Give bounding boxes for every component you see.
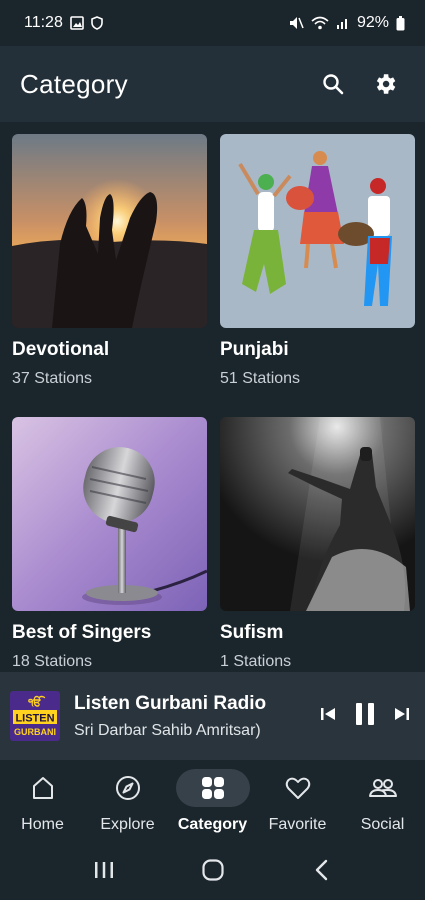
now-playing-subtitle: Sri Darbar Sahib Amritsar) [74, 721, 261, 739]
home-button[interactable] [201, 858, 225, 887]
system-navigation-bar [0, 844, 425, 900]
now-playing-title: Listen Gurbani Radio [74, 692, 267, 714]
search-button[interactable] [313, 64, 353, 104]
nav-label: Home [21, 816, 64, 833]
nav-item-home[interactable]: Home [0, 760, 85, 844]
category-station-count: 51 Stations [220, 370, 301, 387]
compass-icon [115, 776, 140, 800]
nav-label: Social [360, 816, 405, 833]
previous-button[interactable] [319, 705, 337, 728]
punjabi-image [220, 134, 415, 328]
mini-player[interactable]: ੴ LISTEN GURBANI Listen Gurbani Radio Sr… [0, 672, 425, 760]
home-circle-icon [202, 858, 225, 881]
gear-icon [376, 74, 396, 94]
grid-icon [201, 777, 224, 799]
pause-icon [356, 702, 374, 725]
bottom-navigation: Home Explore Category Favorite Social [0, 760, 425, 844]
nav-item-category[interactable]: Category [170, 760, 255, 844]
category-title: Punjabi [220, 339, 289, 360]
category-station-count: 18 Stations [12, 653, 93, 670]
category-card-punjabi[interactable]: Punjabi 51 Stations [220, 134, 415, 388]
skip-previous-icon [321, 707, 335, 720]
category-title: Devotional [12, 339, 110, 360]
nav-label: Category [177, 816, 248, 833]
nav-label: Explore [100, 816, 155, 833]
station-logo: ੴ LISTEN GURBANI [10, 691, 60, 741]
status-time: 11:28 [24, 14, 63, 31]
nav-item-social[interactable]: Social [340, 760, 425, 844]
signal-icon [336, 16, 350, 30]
app-bar: Category [0, 46, 425, 122]
search-icon [323, 74, 344, 95]
battery-percent: 92% [356, 14, 389, 31]
category-card-best-of-singers[interactable]: Best of Singers 18 Stations [12, 417, 207, 671]
pause-button[interactable] [353, 701, 377, 732]
back-icon [315, 859, 328, 880]
devotional-image [12, 134, 207, 328]
nav-item-explore[interactable]: Explore [85, 760, 170, 844]
category-station-count: 37 Stations [12, 370, 93, 387]
people-icon [368, 779, 397, 797]
category-card-devotional[interactable]: Devotional 37 Stations [12, 134, 207, 388]
mute-icon [288, 15, 304, 31]
battery-icon [396, 15, 405, 31]
category-card-sufism[interactable]: Sufism 1 Stations [220, 417, 415, 671]
category-station-count: 1 Stations [220, 653, 292, 670]
category-grid: Devotional 37 Stations Punjabi 51 Statio… [0, 122, 425, 672]
svg-text:GURBANI: GURBANI [14, 727, 56, 737]
best-of-singers-image [12, 417, 207, 611]
status-bar: 11:28 92% [0, 0, 425, 46]
nav-item-favorite[interactable]: Favorite [255, 760, 340, 844]
settings-button[interactable] [365, 64, 405, 104]
category-title: Best of Singers [12, 622, 152, 643]
wifi-icon [311, 16, 329, 30]
nav-label: Favorite [268, 816, 327, 833]
category-title: Sufism [220, 622, 284, 643]
next-button[interactable] [393, 705, 411, 728]
skip-next-icon [395, 707, 409, 720]
gallery-icon [70, 16, 84, 30]
heart-icon [285, 777, 310, 799]
home-icon [32, 777, 53, 799]
recent-apps-icon [95, 861, 114, 878]
shield-icon [91, 16, 103, 30]
recent-apps-button[interactable] [93, 860, 115, 885]
svg-text:LISTEN: LISTEN [15, 713, 54, 725]
page-title: Category [20, 68, 128, 99]
sufism-image [220, 417, 415, 611]
back-button[interactable] [312, 859, 332, 886]
